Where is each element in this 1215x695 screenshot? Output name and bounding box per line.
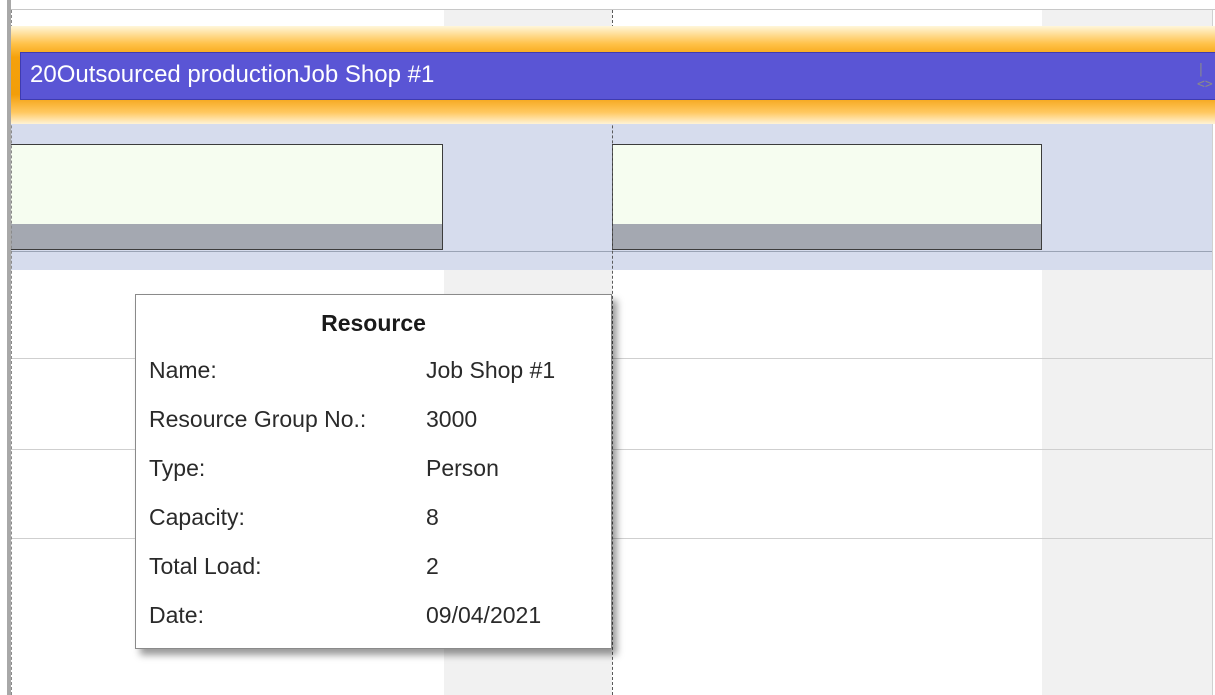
- tooltip-label: Resource Group No.:: [149, 406, 367, 432]
- tooltip-label: Type:: [149, 455, 206, 481]
- tooltip-label: Name:: [149, 357, 217, 383]
- load-fill: [613, 224, 1041, 249]
- resource-tooltip: Resource Name: Job Shop #1 Resource Grou…: [135, 294, 612, 649]
- tooltip-value: Job Shop #1: [426, 357, 556, 383]
- tooltip-value: 2: [426, 553, 439, 579]
- resource-load-block[interactable]: [11, 144, 443, 250]
- top-border: [11, 9, 1215, 10]
- tooltip-label: Date:: [149, 602, 204, 628]
- tooltip-label: Capacity:: [149, 504, 245, 530]
- task-bar-selected[interactable]: 20Outsourced productionJob Shop #1 |<>: [11, 26, 1215, 124]
- tooltip-value: Person: [426, 455, 499, 481]
- tooltip-label: Total Load:: [149, 553, 262, 579]
- tooltip-value: 3000: [426, 406, 478, 432]
- left-border: [7, 0, 11, 695]
- task-bar[interactable]: 20Outsourced productionJob Shop #1: [20, 52, 1215, 100]
- tooltip-value: 8: [426, 504, 439, 530]
- load-fill: [11, 224, 442, 249]
- gantt-chart[interactable]: 20Outsourced productionJob Shop #1 |<> R…: [0, 0, 1215, 695]
- tooltip-title: Resource: [321, 310, 426, 336]
- tooltip-value: 09/04/2021: [426, 602, 542, 628]
- task-label: 20Outsourced productionJob Shop #1: [30, 61, 435, 88]
- expand-icon[interactable]: |<>: [1197, 62, 1215, 92]
- resource-load-block[interactable]: [612, 144, 1042, 250]
